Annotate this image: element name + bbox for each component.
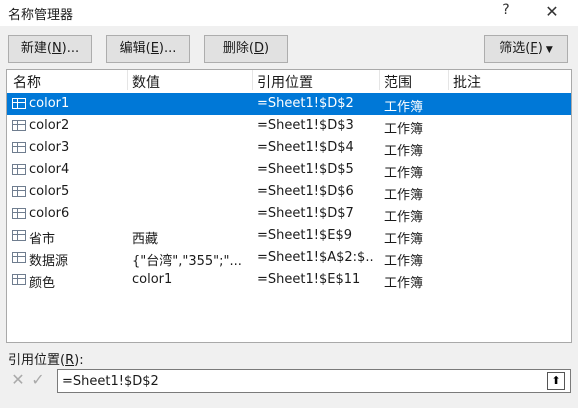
column-header-name[interactable]: 名称	[13, 72, 41, 92]
row-ref: =Sheet1!$E$9	[257, 228, 352, 243]
chevron-down-icon: ▼	[545, 45, 553, 55]
row-ref: =Sheet1!$E$11	[257, 272, 361, 287]
edit-button-key: E	[150, 41, 159, 56]
row-scope: 工作簿	[384, 144, 424, 159]
row-name: color6	[29, 206, 70, 221]
defined-name-icon	[12, 142, 26, 153]
table-row[interactable]: 颜色 color1 =Sheet1!$E$11 工作簿	[7, 269, 571, 291]
row-scope: 工作簿	[384, 188, 424, 203]
table-row[interactable]: color4 =Sheet1!$D$5 工作簿	[7, 159, 571, 181]
defined-name-icon	[12, 274, 26, 285]
row-name: color5	[29, 184, 70, 199]
column-divider[interactable]	[379, 70, 380, 90]
filter-button-label: 筛选	[499, 41, 526, 56]
table-row[interactable]: color3 =Sheet1!$D$4 工作簿	[7, 137, 571, 159]
names-list[interactable]: 名称 数值 引用位置 范围 批注 color1 =Sheet1!$D$2 工作簿…	[6, 69, 572, 343]
dialog-title: 名称管理器	[8, 8, 74, 23]
column-header-value[interactable]: 数值	[132, 72, 160, 92]
column-header-ref[interactable]: 引用位置	[257, 72, 313, 92]
row-ref: =Sheet1!$D$7	[257, 206, 354, 221]
new-button[interactable]: 新建(N)...	[8, 35, 92, 63]
delete-button[interactable]: 删除(D)	[204, 35, 288, 63]
row-ref: =Sheet1!$D$6	[257, 184, 354, 199]
column-header-scope[interactable]: 范围	[384, 72, 412, 92]
table-name-icon	[12, 252, 26, 263]
defined-name-icon	[12, 230, 26, 241]
row-scope: 工作簿	[384, 276, 424, 291]
ref-label-text: 引用位置	[8, 353, 61, 368]
table-row[interactable]: color1 =Sheet1!$D$2 工作簿	[7, 93, 571, 115]
row-scope: 工作簿	[384, 232, 424, 247]
close-button[interactable]: ✕	[540, 2, 564, 22]
row-value: color1	[132, 272, 173, 287]
row-ref: =Sheet1!$D$5	[257, 162, 354, 177]
edit-button[interactable]: 编辑(E)...	[106, 35, 190, 63]
table-row[interactable]: color5 =Sheet1!$D$6 工作簿	[7, 181, 571, 203]
row-ref: =Sheet1!$D$2	[257, 96, 354, 111]
row-name: 颜色	[29, 276, 56, 291]
row-ref: =Sheet1!$A$2:$...	[257, 250, 375, 265]
row-scope: 工作簿	[384, 100, 424, 115]
list-header: 名称 数值 引用位置 范围 批注	[7, 70, 571, 92]
row-scope: 工作簿	[384, 122, 424, 137]
filter-button-key: F	[530, 41, 538, 56]
defined-name-icon	[12, 208, 26, 219]
row-ref: =Sheet1!$D$3	[257, 118, 354, 133]
column-divider[interactable]	[448, 70, 449, 90]
row-name: color2	[29, 118, 70, 133]
column-header-note[interactable]: 批注	[453, 72, 481, 92]
row-name: color3	[29, 140, 70, 155]
help-button[interactable]: ?	[494, 2, 518, 22]
table-row[interactable]: color6 =Sheet1!$D$7 工作簿	[7, 203, 571, 225]
row-scope: 工作簿	[384, 254, 424, 269]
defined-name-icon	[12, 98, 26, 109]
defined-name-icon	[12, 164, 26, 175]
new-button-key: N	[51, 41, 62, 56]
table-row[interactable]: 数据源 {"台湾","355";"... =Sheet1!$A$2:$... 工…	[7, 247, 571, 269]
row-value: {"台湾","355";"...	[132, 254, 242, 269]
collapse-dialog-icon[interactable]: ⬆	[547, 372, 565, 390]
column-divider[interactable]	[252, 70, 253, 90]
new-button-label: 新建	[20, 41, 47, 56]
row-name: color4	[29, 162, 70, 177]
row-scope: 工作簿	[384, 166, 424, 181]
row-name: 数据源	[29, 254, 69, 269]
defined-name-icon	[12, 120, 26, 131]
ref-label-key: R	[65, 353, 75, 368]
delete-button-label: 删除	[222, 41, 249, 56]
column-divider[interactable]	[127, 70, 128, 90]
ref-input[interactable]	[57, 369, 571, 393]
confirm-icon[interactable]: ✓	[29, 370, 47, 390]
table-row[interactable]: color2 =Sheet1!$D$3 工作簿	[7, 115, 571, 137]
row-name: 省市	[29, 232, 56, 247]
cancel-icon[interactable]: ✕	[9, 370, 27, 390]
row-name: color1	[29, 96, 70, 111]
row-value: 西藏	[132, 232, 159, 247]
defined-name-icon	[12, 186, 26, 197]
filter-button[interactable]: 筛选(F) ▼	[484, 35, 568, 63]
title-bar: 名称管理器 ? ✕	[0, 0, 578, 26]
row-ref: =Sheet1!$D$4	[257, 140, 354, 155]
row-scope: 工作簿	[384, 210, 424, 225]
edit-button-label: 编辑	[119, 41, 146, 56]
table-row[interactable]: 省市 西藏 =Sheet1!$E$9 工作簿	[7, 225, 571, 247]
delete-button-key: D	[254, 41, 265, 56]
ref-label: 引用位置(R):	[8, 353, 84, 368]
